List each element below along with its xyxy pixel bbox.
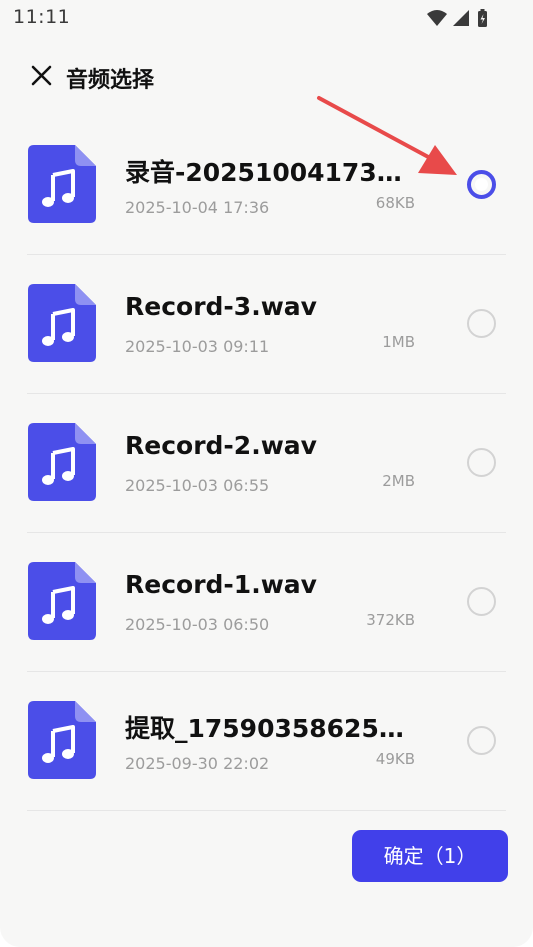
list-item[interactable]: Record-1.wav 2025-10-03 06:50 372KB xyxy=(0,533,533,672)
close-button[interactable] xyxy=(28,62,56,90)
file-size: 68KB xyxy=(375,194,415,212)
select-radio[interactable] xyxy=(467,309,496,338)
file-name: Record-3.wav xyxy=(125,292,317,321)
file-size: 372KB xyxy=(366,611,415,629)
file-name: 提取_175903586256... xyxy=(125,714,415,743)
header: 音频选择 xyxy=(0,50,533,106)
file-date: 2025-10-04 17:36 xyxy=(125,198,270,217)
file-size: 2MB xyxy=(382,472,415,490)
audio-file-icon xyxy=(28,284,96,362)
select-radio[interactable] xyxy=(467,726,496,755)
audio-file-icon xyxy=(28,562,96,640)
status-bar: 11:11 xyxy=(0,0,533,36)
file-date: 2025-10-03 06:55 xyxy=(125,476,270,495)
audio-file-icon xyxy=(28,145,96,223)
wifi-icon xyxy=(427,10,447,26)
select-radio[interactable] xyxy=(467,448,496,477)
audio-file-icon xyxy=(28,701,96,779)
file-name: 录音-202510041736... xyxy=(125,158,415,187)
file-date: 2025-10-03 06:50 xyxy=(125,615,270,634)
audio-select-screen: 11:11 音频选择 录音-202510041736... 2025-10-04… xyxy=(0,0,533,947)
audio-file-list: 录音-202510041736... 2025-10-04 17:36 68KB… xyxy=(0,116,533,811)
file-name: Record-2.wav xyxy=(125,431,317,460)
battery-icon xyxy=(478,9,487,27)
audio-file-icon xyxy=(28,423,96,501)
list-item[interactable]: 录音-202510041736... 2025-10-04 17:36 68KB xyxy=(0,116,533,255)
select-radio[interactable] xyxy=(467,587,496,616)
close-icon xyxy=(31,65,52,86)
file-name: Record-1.wav xyxy=(125,570,317,599)
status-icons xyxy=(427,9,487,27)
file-date: 2025-10-03 09:11 xyxy=(125,337,270,356)
radio-dot xyxy=(475,178,488,191)
divider xyxy=(27,810,506,811)
select-radio[interactable] xyxy=(467,170,496,199)
page-title: 音频选择 xyxy=(66,68,155,93)
list-item[interactable]: Record-3.wav 2025-10-03 09:11 1MB xyxy=(0,255,533,394)
status-time: 11:11 xyxy=(13,6,71,28)
file-size: 49KB xyxy=(375,750,415,768)
file-date: 2025-09-30 22:02 xyxy=(125,754,270,773)
list-item[interactable]: 提取_175903586256... 2025-09-30 22:02 49KB xyxy=(0,672,533,811)
signal-icon xyxy=(453,10,469,26)
list-item[interactable]: Record-2.wav 2025-10-03 06:55 2MB xyxy=(0,394,533,533)
file-size: 1MB xyxy=(382,333,415,351)
confirm-button[interactable]: 确定（1） xyxy=(352,830,508,882)
